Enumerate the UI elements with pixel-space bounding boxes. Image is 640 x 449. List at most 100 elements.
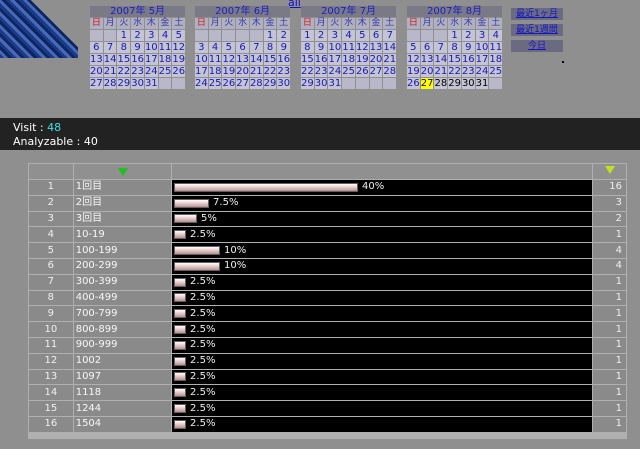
calendar-day[interactable]: 19 bbox=[407, 66, 420, 77]
calendar-day[interactable]: 17 bbox=[475, 54, 489, 65]
calendar-day[interactable]: 24 bbox=[144, 66, 158, 77]
calendar-day[interactable]: 25 bbox=[208, 78, 222, 89]
calendar-day[interactable]: 28 bbox=[249, 78, 263, 89]
calendar-day[interactable]: 4 bbox=[342, 30, 355, 41]
calendar-day[interactable]: 16 bbox=[277, 54, 291, 65]
calendar-day[interactable]: 23 bbox=[461, 66, 475, 77]
calendar-day[interactable]: 15 bbox=[301, 54, 314, 65]
calendar-day[interactable]: 3 bbox=[328, 30, 342, 41]
calendar-day[interactable]: 13 bbox=[236, 54, 249, 65]
calendar-day[interactable]: 21 bbox=[383, 54, 397, 65]
calendar-day[interactable]: 4 bbox=[208, 42, 222, 53]
calendar-day[interactable]: 20 bbox=[369, 54, 383, 65]
calendar-day[interactable]: 4 bbox=[489, 30, 503, 41]
label-header[interactable] bbox=[73, 164, 172, 179]
calendar-day[interactable]: 27 bbox=[369, 66, 383, 77]
calendar-day[interactable]: 29 bbox=[301, 78, 314, 89]
calendar-day[interactable]: 15 bbox=[263, 54, 277, 65]
calendar-day[interactable]: 20 bbox=[90, 66, 103, 77]
calendar-day[interactable]: 4 bbox=[158, 30, 172, 41]
calendar-day[interactable]: 30 bbox=[131, 78, 144, 89]
calendar-day[interactable]: 23 bbox=[277, 66, 291, 77]
calendar-day[interactable]: 5 bbox=[407, 42, 420, 53]
calendar-day[interactable]: 14 bbox=[434, 54, 448, 65]
calendar-day[interactable]: 27 bbox=[236, 78, 249, 89]
calendar-day[interactable]: 10 bbox=[195, 54, 208, 65]
calendar-month-title[interactable]: 2007年 6月 bbox=[195, 6, 291, 17]
calendar-day[interactable]: 13 bbox=[420, 54, 434, 65]
calendar-day[interactable]: 24 bbox=[475, 66, 489, 77]
calendar-day[interactable]: 21 bbox=[249, 66, 263, 77]
calendar-day[interactable]: 29 bbox=[117, 78, 131, 89]
calendar-day[interactable]: 18 bbox=[208, 66, 222, 77]
calendar-day[interactable]: 19 bbox=[172, 54, 186, 65]
calendar-day[interactable]: 23 bbox=[131, 66, 144, 77]
calendar-day[interactable]: 16 bbox=[314, 54, 328, 65]
calendar-day[interactable]: 20 bbox=[236, 66, 249, 77]
calendar-day[interactable]: 5 bbox=[222, 42, 236, 53]
calendar-day[interactable]: 7 bbox=[383, 30, 397, 41]
calendar-day[interactable]: 27 bbox=[90, 78, 103, 89]
calendar-day[interactable]: 9 bbox=[461, 42, 475, 53]
calendar-day[interactable]: 10 bbox=[475, 42, 489, 53]
calendar-day[interactable]: 9 bbox=[277, 42, 291, 53]
calendar-day[interactable]: 22 bbox=[263, 66, 277, 77]
calendar-day[interactable]: 14 bbox=[383, 42, 397, 53]
calendar-day[interactable]: 22 bbox=[448, 66, 461, 77]
calendar-day[interactable]: 16 bbox=[461, 54, 475, 65]
calendar-day[interactable]: 24 bbox=[328, 66, 342, 77]
calendar-day[interactable]: 8 bbox=[448, 42, 461, 53]
calendar-month-title[interactable]: 2007年 5月 bbox=[90, 6, 186, 17]
calendar-day[interactable]: 7 bbox=[103, 42, 117, 53]
calendar-day[interactable]: 14 bbox=[249, 54, 263, 65]
calendar-day[interactable]: 21 bbox=[103, 66, 117, 77]
calendar-day[interactable]: 17 bbox=[144, 54, 158, 65]
calendar-day[interactable]: 18 bbox=[342, 54, 355, 65]
calendar-day[interactable]: 19 bbox=[355, 54, 369, 65]
calendar-day[interactable]: 2 bbox=[131, 30, 144, 41]
calendar-day[interactable]: 27 bbox=[420, 78, 434, 89]
calendar-day[interactable]: 29 bbox=[263, 78, 277, 89]
calendar-day[interactable]: 11 bbox=[342, 42, 355, 53]
calendar-day[interactable]: 26 bbox=[222, 78, 236, 89]
calendar-day[interactable]: 15 bbox=[117, 54, 131, 65]
calendar-day[interactable]: 28 bbox=[103, 78, 117, 89]
calendar-day[interactable]: 3 bbox=[144, 30, 158, 41]
calendar-day[interactable]: 10 bbox=[144, 42, 158, 53]
calendar-day[interactable]: 28 bbox=[383, 66, 397, 77]
calendar-day[interactable]: 7 bbox=[249, 42, 263, 53]
calendar-day[interactable]: 25 bbox=[158, 66, 172, 77]
calendar-day[interactable]: 20 bbox=[420, 66, 434, 77]
calendar-day[interactable]: 3 bbox=[475, 30, 489, 41]
calendar-day[interactable]: 7 bbox=[434, 42, 448, 53]
calendar-month-title[interactable]: 2007年 7月 bbox=[301, 6, 397, 17]
calendar-day[interactable]: 26 bbox=[172, 66, 186, 77]
count-header[interactable] bbox=[593, 164, 626, 179]
calendar-day[interactable]: 6 bbox=[420, 42, 434, 53]
calendar-day[interactable]: 5 bbox=[172, 30, 186, 41]
calendar-day[interactable]: 26 bbox=[355, 66, 369, 77]
calendar-day[interactable]: 17 bbox=[328, 54, 342, 65]
calendar-day[interactable]: 17 bbox=[195, 66, 208, 77]
calendar-day[interactable]: 25 bbox=[342, 66, 355, 77]
last-week-button[interactable]: 最近1週間 bbox=[511, 24, 563, 36]
today-button[interactable]: 今日 bbox=[511, 40, 563, 52]
calendar-day[interactable]: 22 bbox=[301, 66, 314, 77]
calendar-day[interactable]: 30 bbox=[277, 78, 291, 89]
calendar-month-title[interactable]: 2007年 8月 bbox=[407, 6, 503, 17]
calendar-day[interactable]: 24 bbox=[195, 78, 208, 89]
calendar-day[interactable]: 1 bbox=[301, 30, 314, 41]
calendar-day[interactable]: 16 bbox=[131, 54, 144, 65]
calendar-day[interactable]: 15 bbox=[448, 54, 461, 65]
calendar-day[interactable]: 18 bbox=[489, 54, 503, 65]
calendar-day[interactable]: 12 bbox=[407, 54, 420, 65]
calendar-day[interactable]: 25 bbox=[489, 66, 503, 77]
calendar-day[interactable]: 8 bbox=[263, 42, 277, 53]
calendar-day[interactable]: 13 bbox=[369, 42, 383, 53]
calendar-day[interactable]: 21 bbox=[434, 66, 448, 77]
calendar-day[interactable]: 31 bbox=[144, 78, 158, 89]
calendar-day[interactable]: 1 bbox=[448, 30, 461, 41]
calendar-day[interactable]: 12 bbox=[172, 42, 186, 53]
calendar-day[interactable]: 12 bbox=[355, 42, 369, 53]
calendar-day[interactable]: 31 bbox=[328, 78, 342, 89]
